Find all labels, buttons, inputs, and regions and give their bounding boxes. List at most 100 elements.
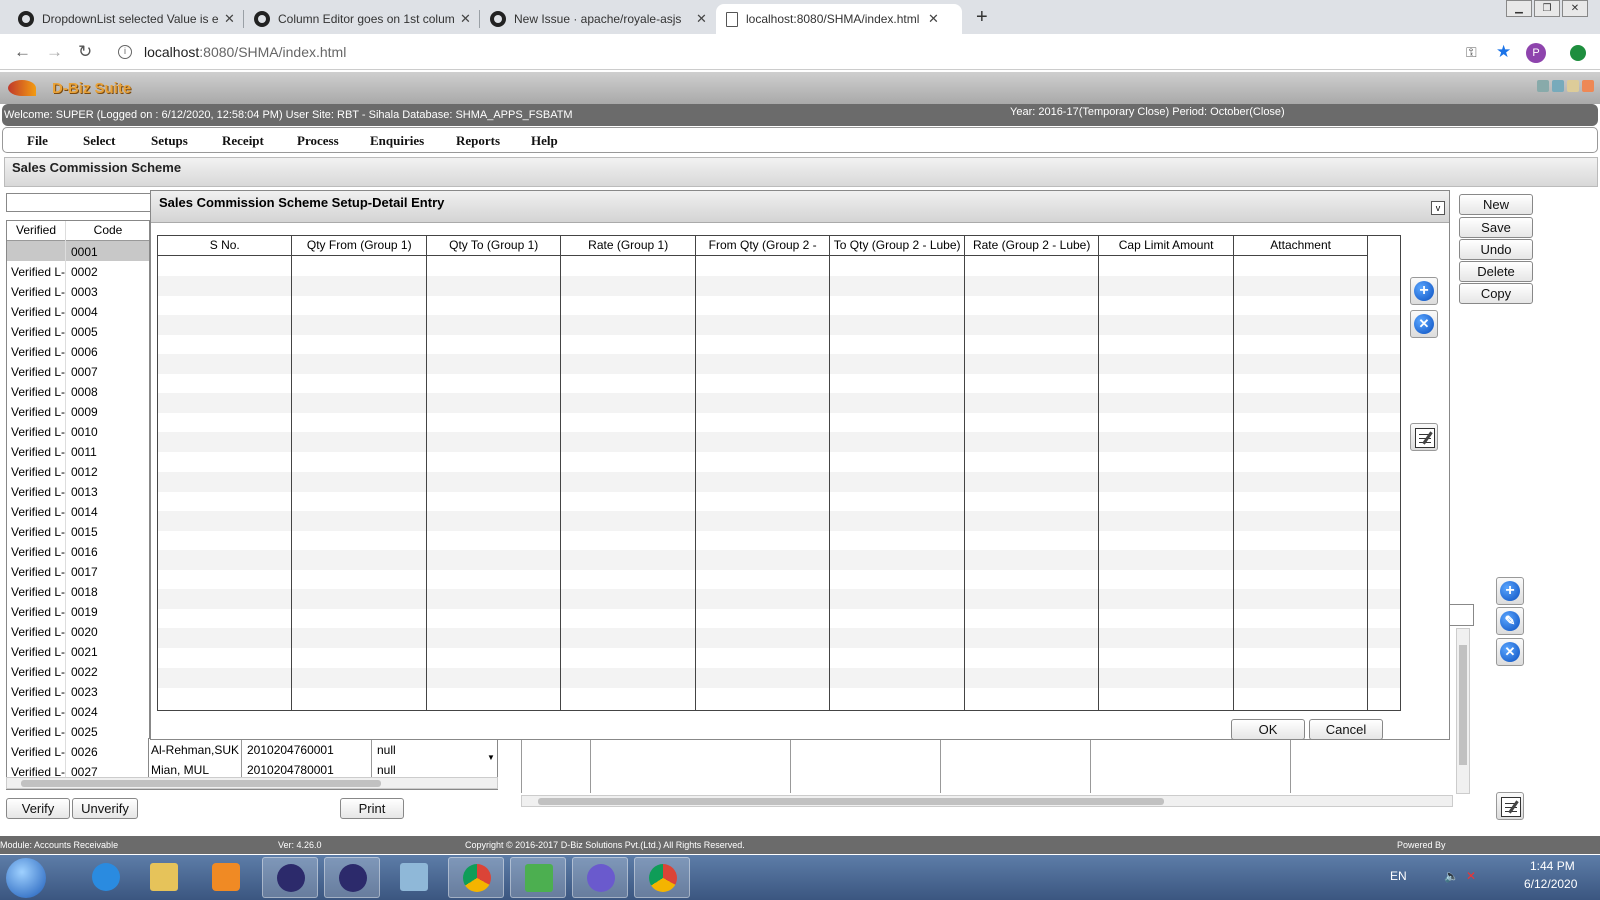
list-item[interactable]: Verified L- 0015: [7, 521, 149, 541]
restore-button[interactable]: ❐: [1534, 0, 1560, 17]
tab-close-icon[interactable]: ✕: [460, 11, 471, 27]
verify-button[interactable]: Verify: [6, 798, 70, 819]
taskbar-chrome-2[interactable]: [634, 857, 690, 898]
windows-start-icon[interactable]: [6, 858, 46, 898]
taskbar-notepad[interactable]: [386, 857, 442, 898]
list-item[interactable]: Verified L- 0018: [7, 581, 149, 601]
profile-avatar[interactable]: P: [1526, 43, 1546, 63]
browser-tab-1[interactable]: DropdownList selected Value is e ✕: [8, 4, 245, 34]
list-item[interactable]: Verified L- 0014: [7, 501, 149, 521]
menu-setups[interactable]: Setups: [151, 133, 188, 149]
notes-button[interactable]: [1496, 792, 1524, 820]
language-indicator[interactable]: EN: [1390, 869, 1407, 883]
reload-icon[interactable]: ↻: [78, 42, 92, 62]
copy-button[interactable]: Copy: [1459, 283, 1533, 304]
list-item[interactable]: Verified L- 0006: [7, 341, 149, 361]
list-search-input[interactable]: [6, 193, 152, 212]
list-item[interactable]: Verified L- 0022: [7, 661, 149, 681]
table-row[interactable]: [158, 432, 1400, 453]
menu-process[interactable]: Process: [297, 133, 339, 149]
menu-file[interactable]: File: [27, 133, 48, 149]
list-item[interactable]: Verified L- 0007: [7, 361, 149, 381]
list-item[interactable]: Verified L- 0025: [7, 721, 149, 741]
table-row[interactable]: [158, 589, 1400, 610]
taskbar-eclipse-1[interactable]: [262, 857, 318, 898]
print-button[interactable]: Print: [340, 798, 404, 819]
minimize-button[interactable]: ▁: [1506, 0, 1532, 17]
cancel-button[interactable]: Cancel: [1309, 719, 1383, 740]
key-icon[interactable]: ⚿: [1466, 44, 1477, 61]
list-item[interactable]: Verified L- 0003: [7, 281, 149, 301]
list-item[interactable]: Verified L- 0021: [7, 641, 149, 661]
menu-help[interactable]: Help: [531, 133, 558, 149]
tab-close-icon[interactable]: ✕: [224, 11, 235, 27]
ok-button[interactable]: OK: [1231, 719, 1305, 740]
list-item[interactable]: Verified L- 0017: [7, 561, 149, 581]
taskbar-ie[interactable]: [78, 857, 134, 898]
browser-tab-4-active[interactable]: localhost:8080/SHMA/index.html ✕: [716, 4, 962, 34]
remove-row-button[interactable]: ✕: [1496, 638, 1524, 666]
list-item[interactable]: Verified L- 0009: [7, 401, 149, 421]
bookmark-star-icon[interactable]: ★: [1496, 42, 1511, 62]
taskbar-media[interactable]: [198, 857, 254, 898]
list-item[interactable]: Verified L- 0013: [7, 481, 149, 501]
lock-icon[interactable]: [1567, 80, 1579, 92]
column-header[interactable]: Qty To (Group 1): [426, 236, 562, 256]
globe-icon[interactable]: [1552, 80, 1564, 92]
table-row[interactable]: [158, 667, 1400, 688]
taskbar-eclipse-2[interactable]: [324, 857, 380, 898]
taskbar-infinity[interactable]: [572, 857, 628, 898]
delete-button[interactable]: Delete: [1459, 261, 1533, 282]
close-window-button[interactable]: ✕: [1562, 0, 1588, 17]
home-icon[interactable]: [1537, 80, 1549, 92]
network-icon[interactable]: ✕: [1466, 869, 1476, 883]
column-header[interactable]: Rate (Group 2 - Lube): [964, 236, 1100, 256]
list-item[interactable]: Verified L- 0023: [7, 681, 149, 701]
list-item[interactable]: Verified L- 0012: [7, 461, 149, 481]
column-header[interactable]: Cap Limit Amount: [1099, 236, 1234, 256]
clock-date[interactable]: 6/12/2020: [1524, 877, 1577, 891]
forward-icon[interactable]: →: [46, 42, 63, 62]
add-detail-row-button[interactable]: +: [1410, 277, 1438, 305]
taskbar-chrome-1[interactable]: [448, 857, 504, 898]
list-item[interactable]: Verified L- 0026: [7, 741, 149, 761]
list-item[interactable]: Verified L- 0024: [7, 701, 149, 721]
table-row[interactable]: [158, 550, 1400, 570]
add-row-button[interactable]: +: [1496, 577, 1524, 605]
table-row[interactable]: [158, 354, 1400, 374]
power-icon[interactable]: [1582, 80, 1594, 92]
column-header[interactable]: From Qty (Group 2 -: [695, 236, 831, 256]
menu-receipt[interactable]: Receipt: [222, 133, 264, 149]
list-item[interactable]: 0001: [7, 241, 149, 261]
unverify-button[interactable]: Unverify: [72, 798, 138, 819]
save-button[interactable]: Save: [1459, 217, 1533, 238]
clock-time[interactable]: 1:44 PM: [1530, 859, 1575, 873]
list-item[interactable]: Verified L- 0008: [7, 381, 149, 401]
taskbar-explorer[interactable]: [136, 857, 192, 898]
volume-icon[interactable]: 🔈: [1444, 869, 1459, 883]
column-header[interactable]: To Qty (Group 2 - Lube): [830, 236, 965, 256]
browser-tab-2[interactable]: Column Editor goes on 1st colum ✕: [244, 4, 481, 34]
menu-reports[interactable]: Reports: [456, 133, 500, 149]
new-button[interactable]: New: [1459, 194, 1533, 215]
info-icon[interactable]: i: [118, 45, 132, 59]
list-item[interactable]: Verified L- 0010: [7, 421, 149, 441]
table-row[interactable]: [158, 393, 1400, 414]
column-header[interactable]: Qty From (Group 1): [292, 236, 427, 256]
tab-close-icon[interactable]: ✕: [696, 11, 707, 27]
menu-select[interactable]: Select: [83, 133, 115, 149]
update-icon[interactable]: [1570, 45, 1586, 61]
table-row[interactable]: [158, 471, 1400, 492]
table-row[interactable]: [158, 628, 1400, 649]
address-bar[interactable]: i localhost:8080/SHMA/index.html: [108, 38, 1488, 66]
browser-tab-3[interactable]: New Issue · apache/royale-asjs ✕: [480, 4, 717, 34]
horizontal-scrollbar-right[interactable]: [521, 795, 1453, 807]
column-header[interactable]: Rate (Group 1): [561, 236, 696, 256]
scroll-down-arrow-icon[interactable]: ▼: [487, 753, 495, 762]
vertical-scrollbar[interactable]: [1456, 628, 1470, 794]
collapse-icon[interactable]: v: [1431, 201, 1445, 215]
menu-enquiries[interactable]: Enquiries: [370, 133, 424, 149]
back-icon[interactable]: ←: [14, 42, 31, 62]
list-item[interactable]: Verified L- 0019: [7, 601, 149, 621]
list-item[interactable]: Verified L- 0004: [7, 301, 149, 321]
